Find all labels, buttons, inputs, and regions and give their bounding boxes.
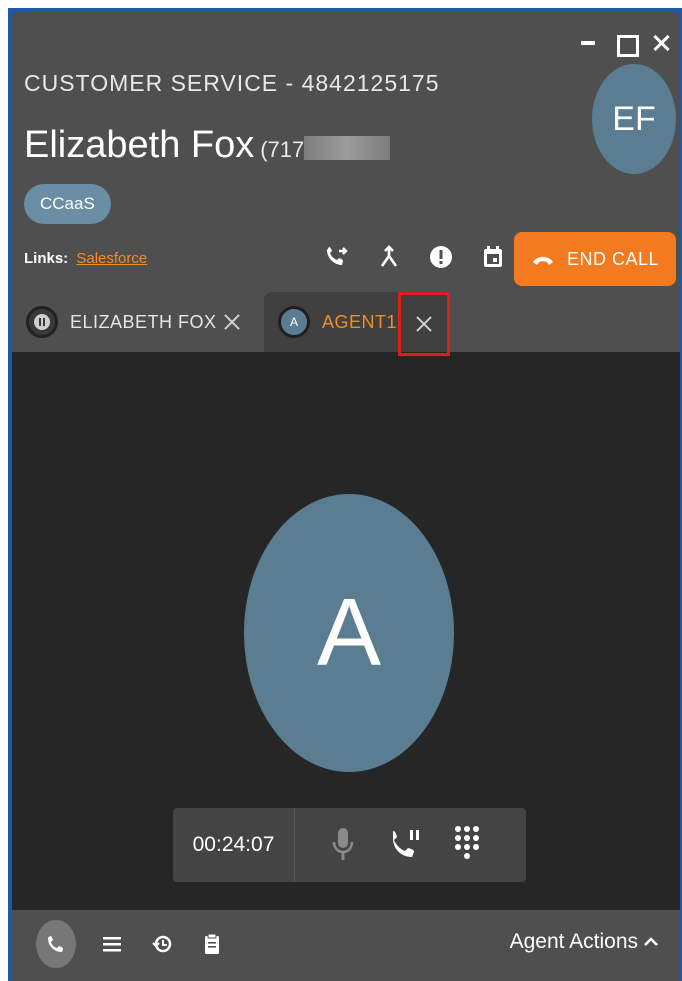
caller-phone: (717 xyxy=(260,137,305,162)
close-icon[interactable] xyxy=(650,32,672,54)
maximize-icon[interactable] xyxy=(614,32,639,57)
window-controls xyxy=(578,32,672,57)
links-label: Links: xyxy=(24,250,69,267)
merge-icon[interactable] xyxy=(376,242,402,272)
footer-bar: Agent Actions xyxy=(12,910,680,981)
tab-avatar: A xyxy=(278,306,310,338)
agent-actions-label: Agent Actions xyxy=(509,930,638,953)
call-toolbar xyxy=(324,242,506,272)
salesforce-link[interactable]: Salesforce xyxy=(76,250,147,267)
links-row: Links: Salesforce xyxy=(24,250,147,267)
call-controls: 00:24:07 xyxy=(173,808,526,882)
tab-close-icon[interactable] xyxy=(414,314,434,334)
queue-line: CUSTOMER SERVICE - 4842125175 xyxy=(24,70,440,96)
hold-icon xyxy=(26,306,58,338)
caller-name: Elizabeth Fox (717 xyxy=(24,124,391,167)
tab-close-icon[interactable] xyxy=(222,312,242,332)
call-control-icons xyxy=(325,823,485,867)
agent-avatar: A xyxy=(244,494,454,772)
phone-icon[interactable] xyxy=(36,920,76,968)
microphone-icon[interactable] xyxy=(325,823,361,867)
highlighted-close-box xyxy=(398,292,450,356)
call-timer: 00:24:07 xyxy=(173,808,295,882)
footer-icons xyxy=(36,920,226,968)
tab-label: AGENT1 xyxy=(322,311,398,332)
chevron-up-icon xyxy=(644,937,658,946)
alert-icon[interactable] xyxy=(428,242,454,272)
call-header: CUSTOMER SERVICE - 4842125175 Elizabeth … xyxy=(12,12,680,352)
call-window: CUSTOMER SERVICE - 4842125175 Elizabeth … xyxy=(12,12,680,981)
caller-avatar: EF xyxy=(592,64,676,174)
agent-actions-button[interactable]: Agent Actions xyxy=(510,930,658,954)
history-icon[interactable] xyxy=(148,930,176,958)
calendar-icon[interactable] xyxy=(480,242,506,272)
hangup-icon xyxy=(532,256,553,265)
list-icon[interactable] xyxy=(98,930,126,958)
hold-call-icon[interactable] xyxy=(387,823,423,867)
queue-tag: CCaaS xyxy=(24,184,111,224)
tab-label: ELIZABETH FOX xyxy=(70,311,217,332)
minimize-icon[interactable] xyxy=(578,32,600,54)
call-tabs: ELIZABETH FOX A AGENT1 xyxy=(12,292,680,352)
clipboard-icon[interactable] xyxy=(198,930,226,958)
tab-elizabeth-fox[interactable]: ELIZABETH FOX xyxy=(12,292,264,352)
dialpad-icon[interactable] xyxy=(449,823,485,867)
caller-name-text: Elizabeth Fox xyxy=(24,124,255,166)
end-call-label: END CALL xyxy=(566,248,660,269)
end-call-button[interactable]: END CALL xyxy=(514,232,676,286)
transfer-call-icon[interactable] xyxy=(324,242,350,272)
redacted-phone xyxy=(304,136,391,160)
